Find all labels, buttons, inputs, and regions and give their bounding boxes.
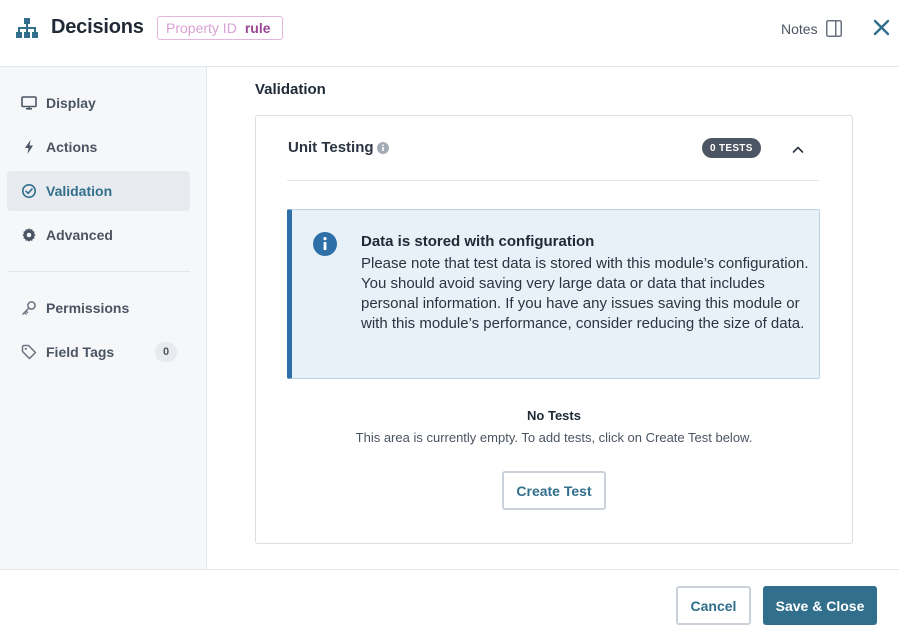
close-icon[interactable] <box>873 19 890 36</box>
empty-state-title: No Tests <box>527 408 581 423</box>
side-panel-icon <box>825 20 842 37</box>
info-circle-icon <box>313 232 337 256</box>
sidebar-item-label: Display <box>46 95 96 111</box>
notes-label: Notes <box>781 20 818 37</box>
callout-body: Please note that test data is stored wit… <box>361 255 809 332</box>
property-id-badge: Property ID rule <box>157 16 283 40</box>
section-title: Validation <box>255 81 326 98</box>
info-icon[interactable] <box>377 142 389 154</box>
modal-footer: Cancel Save & Close <box>0 569 899 635</box>
main-content: Validation Unit Testing 0 TESTS Data is … <box>207 67 899 569</box>
sidebar-item-label: Advanced <box>46 227 113 243</box>
monitor-icon <box>21 95 37 111</box>
sidebar-item-actions[interactable]: Actions <box>7 127 190 167</box>
create-test-button[interactable]: Create Test <box>502 471 606 510</box>
check-circle-icon <box>21 183 37 199</box>
save-and-close-button[interactable]: Save & Close <box>763 586 877 625</box>
lightning-icon <box>21 139 37 155</box>
page-title: Decisions <box>51 16 144 38</box>
sidebar-divider <box>8 271 190 272</box>
unit-testing-title: Unit Testing <box>288 139 374 156</box>
unit-testing-header: Unit Testing 0 TESTS <box>287 116 819 181</box>
field-tags-count-badge: 0 <box>155 342 177 362</box>
sidebar: Display Actions Validation Advanced Perm… <box>0 67 207 569</box>
modal-header: Decisions Property ID rule Notes <box>0 0 899 67</box>
property-id-value: rule <box>244 20 271 36</box>
chevron-up-icon[interactable] <box>790 142 806 158</box>
property-id-label: Property ID <box>166 20 237 36</box>
sidebar-item-permissions[interactable]: Permissions <box>7 288 190 328</box>
cancel-button[interactable]: Cancel <box>676 586 751 625</box>
sidebar-item-advanced[interactable]: Advanced <box>7 215 190 255</box>
key-icon <box>21 300 37 316</box>
gear-icon <box>21 227 37 243</box>
sidebar-item-field-tags[interactable]: Field Tags 0 <box>7 332 190 372</box>
unit-testing-panel: Unit Testing 0 TESTS Data is stored with… <box>255 115 853 544</box>
hierarchy-icon <box>16 18 38 38</box>
tag-icon <box>21 344 37 360</box>
info-callout: Data is stored with configuration Please… <box>287 209 820 379</box>
sidebar-item-label: Field Tags <box>46 344 115 360</box>
sidebar-item-label: Permissions <box>46 300 130 316</box>
notes-toggle[interactable]: Notes <box>781 20 842 37</box>
callout-title: Data is stored with configuration <box>361 233 595 250</box>
tests-count-badge: 0 TESTS <box>702 138 761 158</box>
sidebar-item-display[interactable]: Display <box>7 83 190 123</box>
sidebar-item-validation[interactable]: Validation <box>7 171 190 211</box>
empty-state-description: This area is currently empty. To add tes… <box>355 430 753 445</box>
sidebar-item-label: Actions <box>46 139 98 155</box>
sidebar-item-label: Validation <box>46 183 113 199</box>
